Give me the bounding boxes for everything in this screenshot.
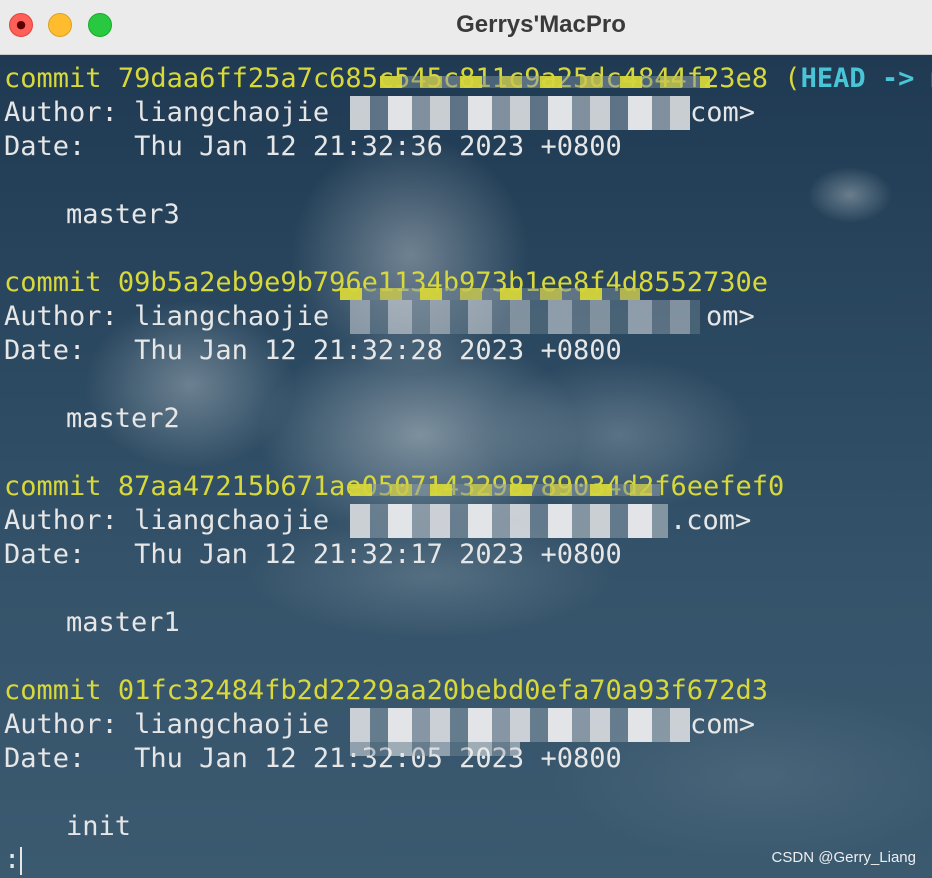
author-line: Author: liangchaojie [4, 300, 329, 334]
ref-arrow: -> [881, 63, 915, 94]
title-bar[interactable]: ● Gerrys'MacPro [0, 0, 932, 55]
redacted-email [350, 708, 690, 742]
terminal-window: ● Gerrys'MacPro commit 79daa6ff25a7c685c… [0, 0, 932, 878]
pager-prompt[interactable]: : [4, 843, 20, 877]
date-label: Date: [4, 335, 86, 366]
author-line: Author: liangchaojie [4, 96, 329, 130]
commit-line: commit 01fc32484fb2d2229aa20bebd0efa70a9… [4, 674, 768, 708]
author-name: liangchaojie [134, 709, 330, 740]
commit-label: commit [4, 675, 102, 706]
redacted-hash-part [380, 76, 710, 88]
date-label: Date: [4, 743, 86, 774]
date-label: Date: [4, 131, 86, 162]
watermark: CSDN @Gerry_Liang [771, 849, 916, 866]
commit-message: master3 [66, 199, 180, 230]
author-email-tail: .com> [670, 505, 752, 536]
author-label: Author: [4, 97, 118, 128]
author-email-tail: com> [690, 709, 756, 740]
author-line: Author: liangchaojie [4, 504, 329, 538]
date-line: Date: Thu Jan 12 21:32:17 2023 +0800 [4, 538, 622, 572]
commit-label: commit [4, 267, 102, 298]
commit-hash[interactable]: 01fc32484fb2d2229aa20bebd0efa70a93f672d3 [118, 675, 768, 706]
author-label: Author: [4, 301, 118, 332]
date-value: Thu Jan 12 21:32:36 2023 +0800 [134, 131, 622, 162]
redacted-hash-part [350, 484, 660, 496]
commit-label: commit [4, 471, 102, 502]
date-value: Thu Jan 12 21:32:28 2023 +0800 [134, 335, 622, 366]
author-name: liangchaojie [134, 301, 330, 332]
redacted-email [350, 504, 668, 538]
date-line: Date: Thu Jan 12 21:32:36 2023 +0800 [4, 130, 622, 164]
redacted-email [350, 300, 700, 334]
author-label: Author: [4, 505, 118, 536]
text-cursor [20, 847, 22, 875]
date-line: Date: Thu Jan 12 21:32:05 2023 +0800 [4, 742, 622, 776]
author-name: liangchaojie [134, 505, 330, 536]
author-email-tail: om> [706, 301, 755, 332]
redacted-hash-part [340, 288, 640, 300]
date-label: Date: [4, 539, 86, 570]
window-title: Gerrys'MacPro [456, 11, 626, 38]
date-value: Thu Jan 12 21:32:17 2023 +0800 [134, 539, 622, 570]
commit-message: master2 [66, 403, 180, 434]
author-line: Author: liangchaojie [4, 708, 329, 742]
author-email-tail: com> [690, 97, 756, 128]
terminal-content[interactable]: commit 79daa6ff25a7c685c545c811c9a25dc48… [0, 55, 932, 878]
head-ref: HEAD [800, 63, 866, 94]
commit-message: init [66, 811, 132, 842]
redacted-date-part [350, 742, 520, 756]
refs-open-paren: ( [784, 63, 801, 94]
author-name: liangchaojie [134, 97, 330, 128]
date-line: Date: Thu Jan 12 21:32:28 2023 +0800 [4, 334, 622, 368]
commit-label: commit [4, 63, 102, 94]
commit-message: master1 [66, 607, 180, 638]
redacted-email [350, 96, 690, 130]
author-label: Author: [4, 709, 118, 740]
